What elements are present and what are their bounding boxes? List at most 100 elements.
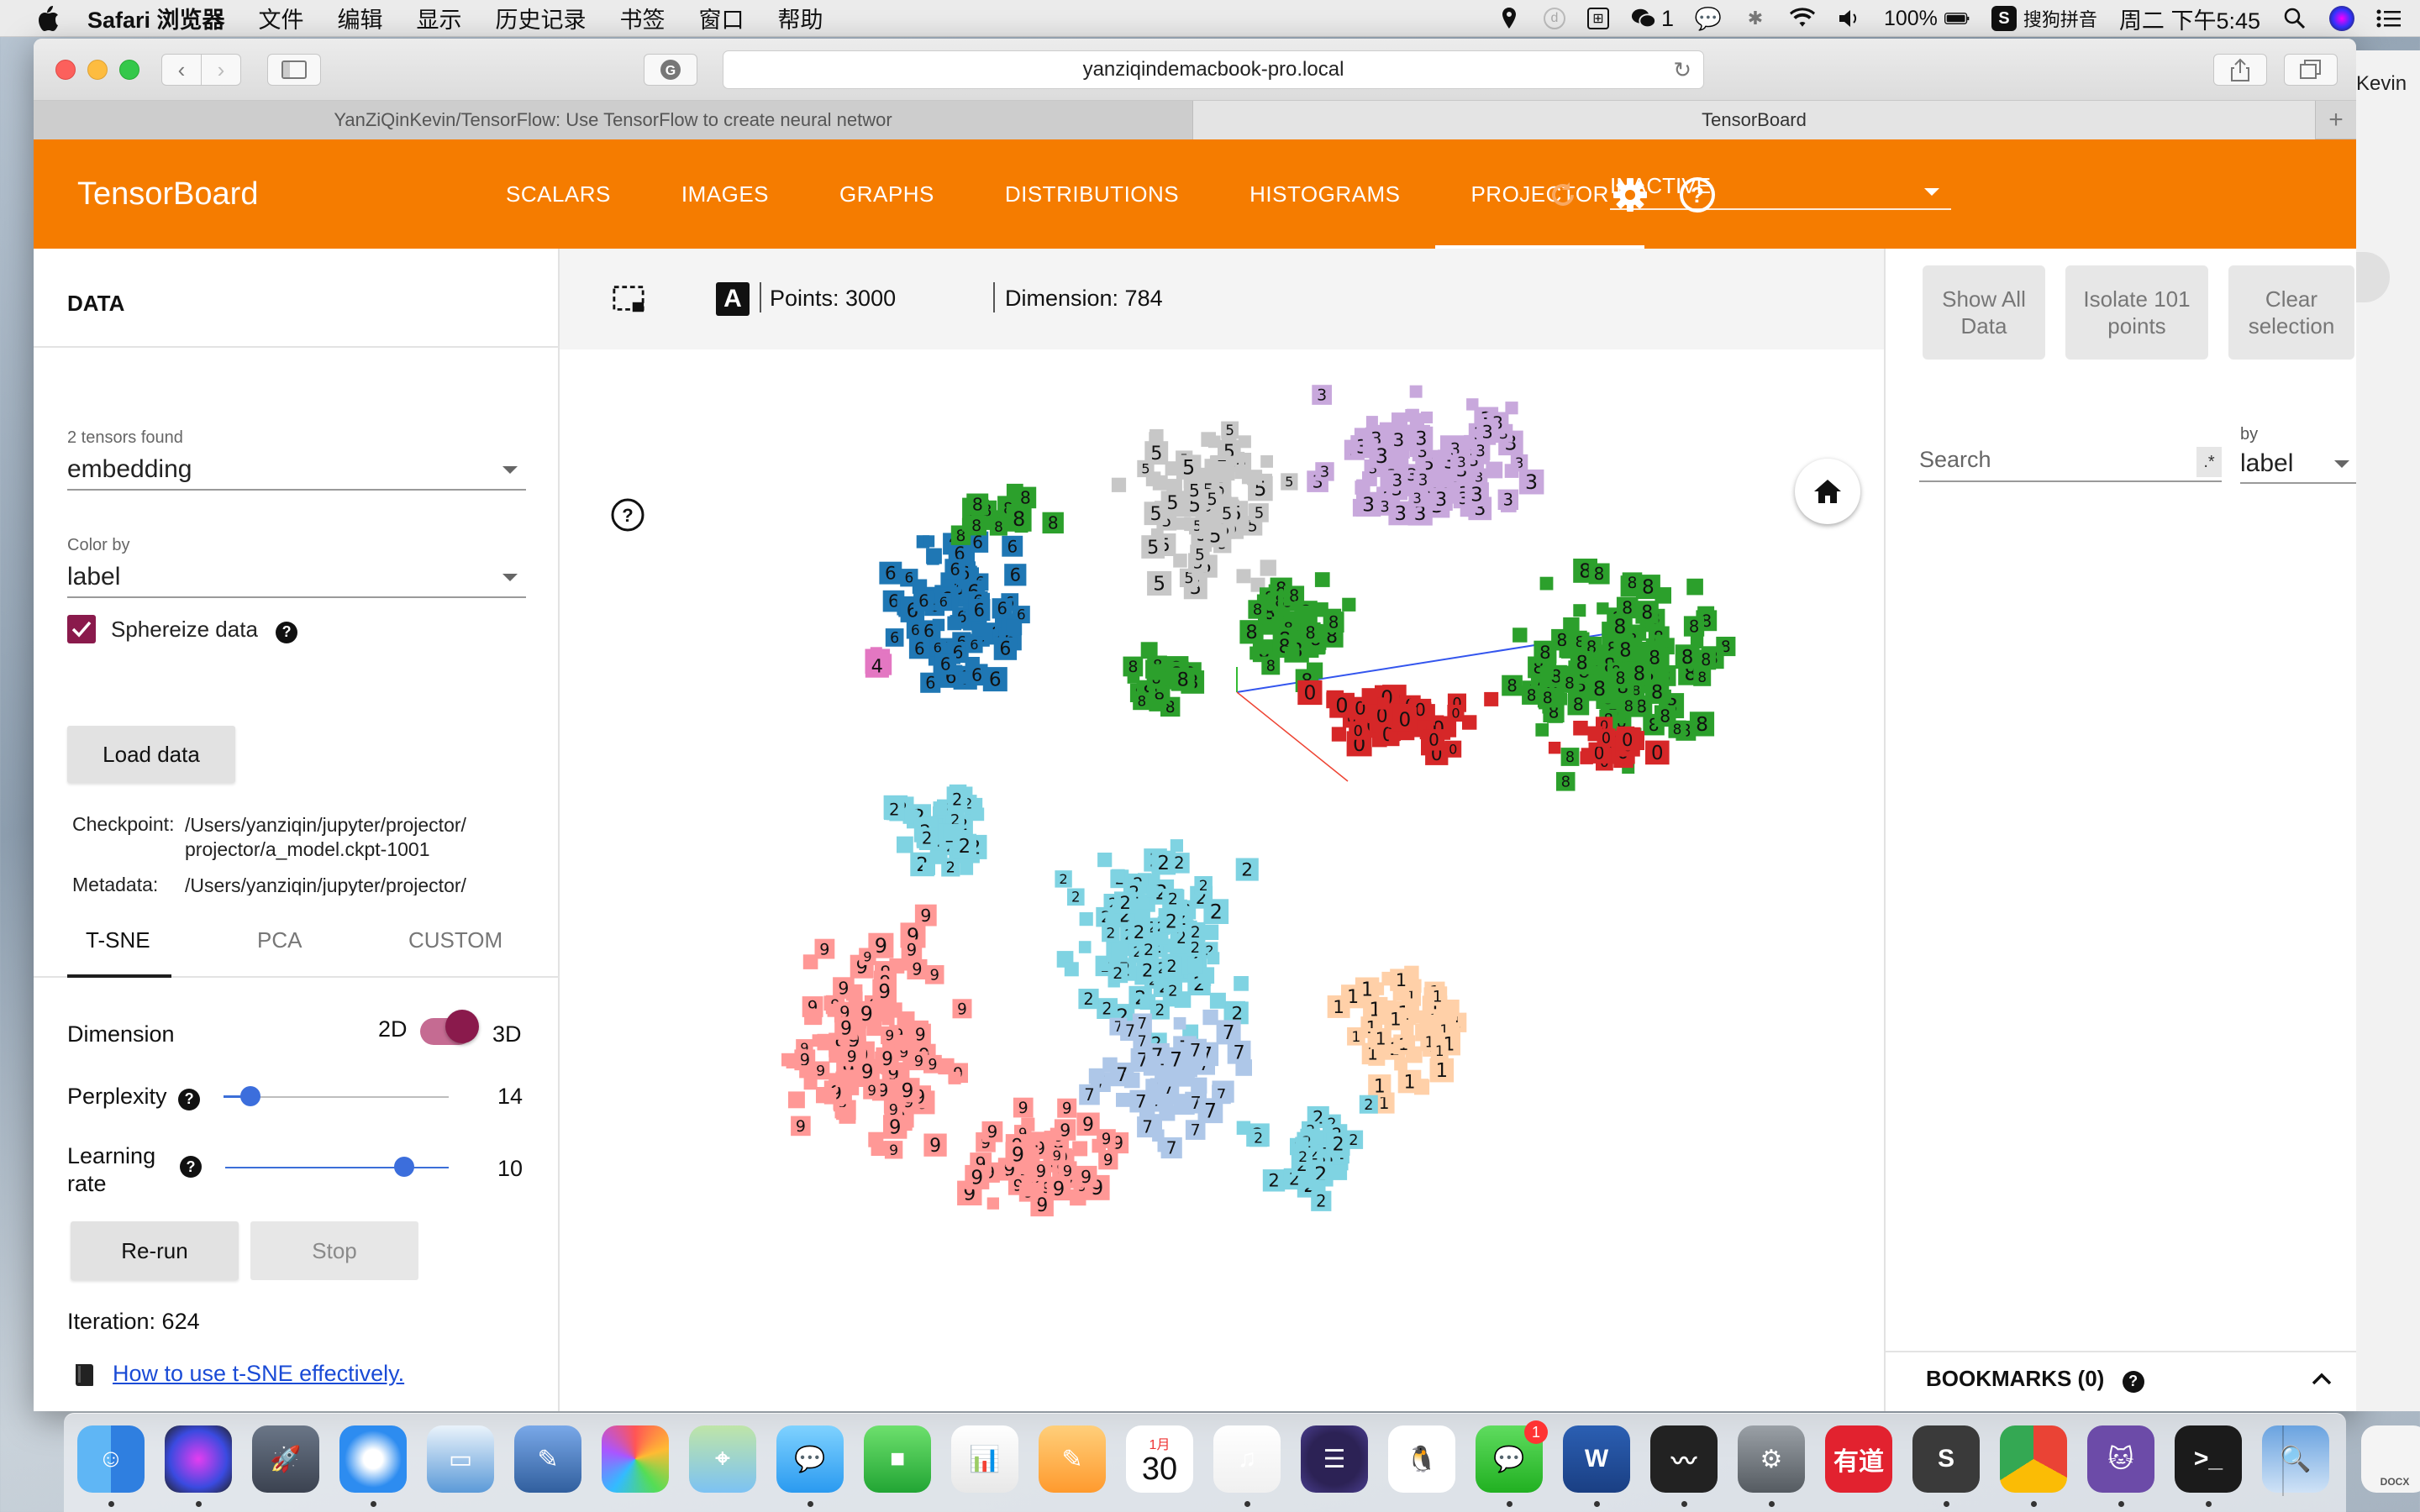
embedding-scatter[interactable]: 3333333333333333333333333333333333333333… <box>560 349 1884 1411</box>
tab-distributions[interactable]: DISTRIBUTIONS <box>970 139 1214 249</box>
regex-toggle[interactable]: .* <box>2196 447 2222 477</box>
rerun-button[interactable]: Re-run <box>71 1221 239 1280</box>
new-tab-button[interactable]: + <box>2316 101 2356 139</box>
grammarly-button[interactable]: G <box>644 54 697 86</box>
search-input[interactable]: Search <box>1919 438 2222 482</box>
help-icon[interactable]: ? <box>2122 1370 2144 1393</box>
menu-help[interactable]: 帮助 <box>778 2 823 34</box>
chrome-icon[interactable] <box>2000 1425 2067 1493</box>
sublime-icon[interactable]: S <box>1912 1425 1980 1493</box>
wechat-status-icon[interactable] <box>1631 6 1656 31</box>
back-button[interactable]: ‹ <box>161 54 202 86</box>
tab-images[interactable]: IMAGES <box>646 139 804 249</box>
scatter-plot[interactable]: 3333333333333333333333333333333333333333… <box>560 349 1884 1411</box>
help-button[interactable]: ? <box>1677 175 1718 215</box>
labels-toggle-button[interactable]: A <box>716 282 750 316</box>
tsne-help-link[interactable]: How to use t-SNE effectively. <box>113 1361 404 1387</box>
learning-rate-slider-knob[interactable] <box>393 1157 414 1177</box>
select-mode-button[interactable] <box>612 282 645 316</box>
tab-github[interactable]: YanZiQinKevin/TensorFlow: Use TensorFlow… <box>34 101 1193 139</box>
photos-icon[interactable] <box>602 1425 669 1493</box>
battery-icon[interactable] <box>1944 6 1970 31</box>
calendar-grid-icon[interactable]: ⊞ <box>1586 8 1609 29</box>
help-icon[interactable]: ? <box>276 621 298 643</box>
keynote-icon[interactable]: ▭ <box>427 1425 494 1493</box>
help-icon[interactable]: ? <box>180 1156 202 1178</box>
tab-tsne[interactable]: T-SNE <box>86 927 150 953</box>
settings-button[interactable] <box>1610 175 1650 215</box>
sphereize-checkbox[interactable] <box>67 615 96 643</box>
close-window-button[interactable] <box>55 60 76 80</box>
help-circle-icon[interactable]: ? <box>610 497 645 533</box>
menu-view[interactable]: 显示 <box>417 2 462 34</box>
document-icon[interactable]: DOCX <box>2361 1425 2420 1493</box>
sidebar-toggle-button[interactable] <box>267 54 321 86</box>
fullscreen-window-button[interactable] <box>119 60 139 80</box>
tab-custom[interactable]: CUSTOM <box>408 927 502 953</box>
finder-icon[interactable]: ☺ <box>77 1425 145 1493</box>
calendar-icon[interactable]: 1月 30 <box>1126 1425 1193 1493</box>
preview-image-icon[interactable]: 🔍 <box>2262 1425 2329 1493</box>
perplexity-slider-knob[interactable] <box>240 1086 261 1106</box>
tensor-select[interactable]: embedding <box>67 450 526 491</box>
siri-icon[interactable] <box>2329 6 2354 31</box>
share-button[interactable] <box>2213 54 2267 86</box>
notification-center-icon[interactable] <box>2376 6 2402 31</box>
chat-bubble-icon[interactable]: 💬 <box>1695 6 1722 31</box>
music-icon[interactable]: ♫ <box>1213 1425 1281 1493</box>
github-icon[interactable]: 🐱 <box>2087 1425 2154 1493</box>
bookmarks-bar[interactable]: BOOKMARKS (0) ? <box>1886 1351 2356 1411</box>
reload-icon[interactable]: ↻ <box>1673 57 1691 83</box>
youdao-icon[interactable]: 有道 <box>1825 1425 1892 1493</box>
facetime-icon[interactable]: ■ <box>864 1425 931 1493</box>
messages-icon[interactable]: 💬 <box>776 1425 844 1493</box>
apple-icon[interactable] <box>35 4 60 33</box>
search-by-select[interactable]: label <box>2240 445 2356 484</box>
dict-icon[interactable]: d <box>1543 8 1565 29</box>
clear-selection-button[interactable]: Clear selection <box>2228 265 2354 360</box>
reload-data-button[interactable] <box>1543 175 1583 215</box>
inactive-dashboards-select[interactable]: INACTIVE <box>1610 173 1951 210</box>
bluetooth-icon[interactable]: ✱ <box>1743 6 1768 31</box>
minimize-window-button[interactable] <box>87 60 108 80</box>
pages-icon[interactable]: ✎ <box>1039 1425 1106 1493</box>
terminal-icon[interactable]: >_ <box>2175 1425 2242 1493</box>
location-icon[interactable] <box>1497 6 1522 31</box>
tab-graphs[interactable]: GRAPHS <box>804 139 970 249</box>
siri-icon[interactable] <box>165 1425 232 1493</box>
address-bar[interactable]: yanziqindemacbook-pro.local ↻ <box>723 50 1704 89</box>
menu-bookmarks[interactable]: 书签 <box>620 2 666 34</box>
tabs-overview-button[interactable] <box>2284 54 2338 86</box>
tab-scalars[interactable]: SCALARS <box>471 139 646 249</box>
sogou-icon[interactable]: S <box>1991 6 2017 31</box>
color-by-select[interactable]: label <box>67 558 526 598</box>
maps-icon[interactable]: ⌖ <box>689 1425 756 1493</box>
reset-view-button[interactable] <box>1795 459 1860 524</box>
safari-icon[interactable]: ✧ <box>339 1425 407 1493</box>
activity-monitor-icon[interactable]: 〰 <box>1650 1425 1718 1493</box>
menu-file[interactable]: 文件 <box>259 2 304 34</box>
menu-edit[interactable]: 编辑 <box>338 2 383 34</box>
dimension-toggle-knob[interactable] <box>445 1010 479 1043</box>
show-all-data-button[interactable]: Show All Data <box>1923 265 2045 360</box>
volume-icon[interactable] <box>1837 6 1862 31</box>
system-preferences-icon[interactable]: ⚙ <box>1738 1425 1805 1493</box>
search-icon[interactable] <box>2282 6 2307 31</box>
tab-pca[interactable]: PCA <box>257 927 302 953</box>
forward-button[interactable]: › <box>201 54 241 86</box>
night-mode-button[interactable] <box>666 282 699 316</box>
stop-button[interactable]: Stop <box>250 1221 418 1280</box>
wechat-icon[interactable]: 💬 1 <box>1476 1420 1548 1493</box>
qq-icon[interactable]: 🐧 <box>1388 1425 1455 1493</box>
launchpad-icon[interactable]: 🚀 <box>252 1425 319 1493</box>
isolate-points-button[interactable]: Isolate 101 points <box>2065 265 2208 360</box>
help-icon[interactable]: ? <box>178 1088 201 1110</box>
learning-rate-slider-track[interactable] <box>225 1167 449 1168</box>
eclipse-icon[interactable]: ☰ <box>1301 1425 1368 1493</box>
word-icon[interactable]: W <box>1563 1425 1630 1493</box>
preview-icon[interactable]: ✎ <box>514 1425 581 1493</box>
numbers-icon[interactable]: 📊 <box>951 1425 1018 1493</box>
tab-histograms[interactable]: HISTOGRAMS <box>1214 139 1435 249</box>
chevron-up-icon[interactable] <box>2311 1371 2333 1386</box>
menu-window[interactable]: 窗口 <box>699 2 744 34</box>
